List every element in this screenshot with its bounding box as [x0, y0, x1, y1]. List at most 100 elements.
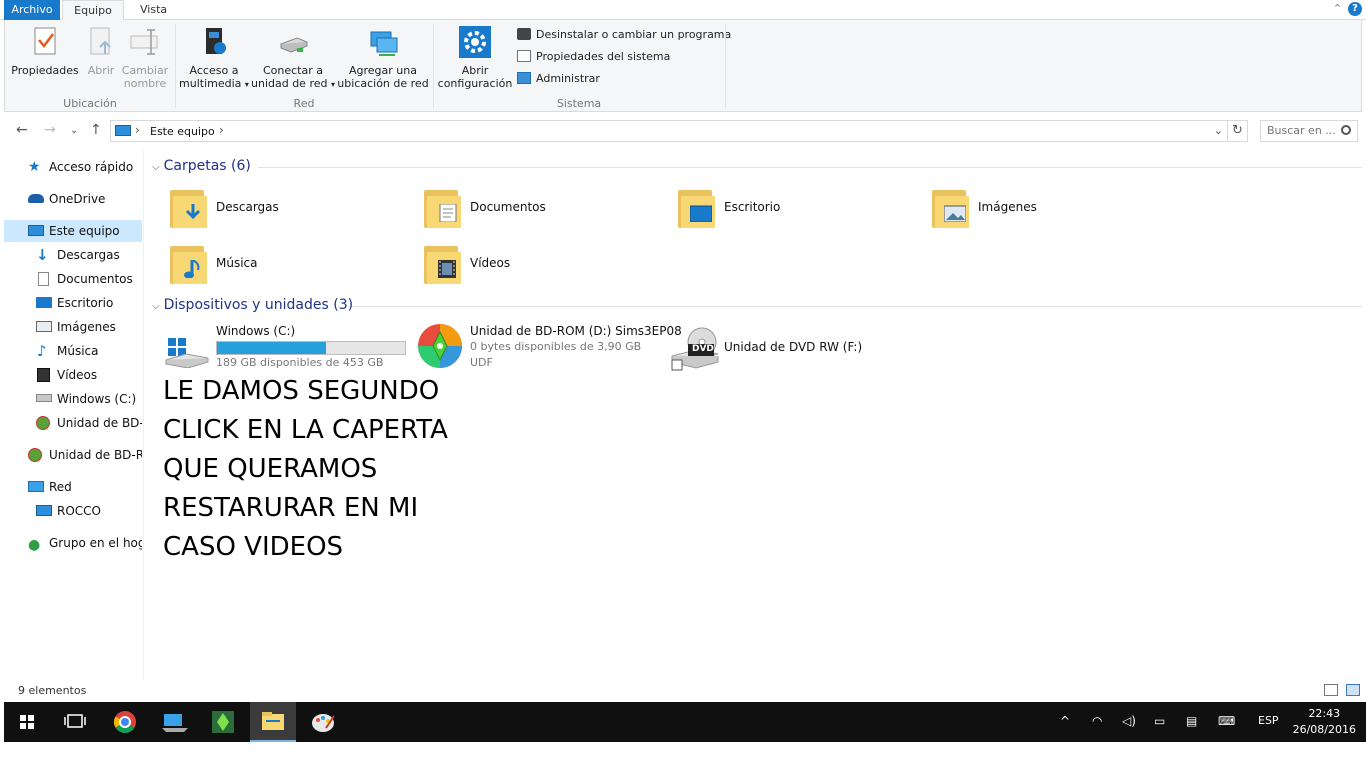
sims-plumbob-icon — [212, 711, 234, 733]
sidebar-item-documents[interactable]: Documentos — [36, 268, 142, 290]
map-network-drive-button[interactable]: Conectar a unidad de red ▾ — [251, 24, 335, 91]
notifications-icon[interactable]: ▤ — [1186, 714, 1197, 728]
bottom-strip — [0, 742, 1366, 768]
drive-windows-c[interactable]: Windows (C:) 189 GB disponibles de 453 G… — [164, 322, 412, 372]
sidebar-item-pictures[interactable]: Imágenes — [36, 316, 142, 338]
back-arrow-icon[interactable]: ← — [16, 122, 28, 138]
sidebar-item-label: Imágenes — [57, 320, 116, 334]
media-access-button[interactable]: Acceso a multimedia ▾ — [179, 24, 249, 91]
uninstall-program-button[interactable]: Desinstalar o cambiar un programa — [517, 26, 731, 44]
open-button[interactable]: Abrir — [83, 24, 119, 77]
settings-label-1: Abrir — [461, 64, 489, 77]
rename-label-1: Cambiar — [121, 64, 169, 77]
folder-desktop[interactable]: Escritorio — [678, 186, 878, 234]
sidebar-item-bd-drive[interactable]: Unidad de BD-R — [36, 412, 142, 434]
search-icon[interactable] — [1341, 125, 1351, 135]
folder-pictures[interactable]: Imágenes — [932, 186, 1132, 234]
tab-file[interactable]: Archivo — [4, 0, 60, 20]
address-bar[interactable]: › Este equipo › ⌄ — [110, 120, 1228, 142]
computer-icon — [36, 505, 52, 516]
sidebar-item-desktop[interactable]: Escritorio — [36, 292, 142, 314]
sidebar-item-downloads[interactable]: ↓ Descargas — [36, 244, 142, 266]
collapse-ribbon-icon[interactable]: ⌃ — [1333, 2, 1342, 15]
sidebar-item-videos[interactable]: Vídeos — [36, 364, 142, 386]
folder-downloads[interactable]: Descargas — [170, 186, 370, 234]
taskbar-file-explorer[interactable] — [250, 702, 296, 742]
breadcrumb-chevron-icon[interactable]: › — [135, 123, 140, 137]
show-hidden-icons-chevron-icon[interactable]: ^ — [1060, 714, 1070, 728]
drive-bd-rom-d[interactable]: Unidad de BD-ROM (D:) Sims3EP08 0 bytes … — [416, 322, 682, 372]
manage-icon — [517, 72, 531, 84]
folder-documents[interactable]: Documentos — [424, 186, 624, 234]
input-language[interactable]: ESP — [1258, 714, 1279, 727]
clock[interactable]: 22:43 26/08/2016 — [1293, 706, 1356, 738]
rename-button[interactable]: Cambiar nombre — [121, 24, 169, 90]
battery-icon[interactable]: ▭ — [1154, 714, 1165, 728]
large-icons-view-icon[interactable] — [1346, 684, 1360, 696]
taskbar-chrome[interactable] — [102, 702, 148, 742]
properties-button[interactable]: Propiedades — [11, 24, 79, 77]
up-arrow-icon[interactable]: ↑ — [90, 122, 102, 138]
sidebar-item-bd-rom[interactable]: Unidad de BD-RO — [28, 444, 142, 466]
manage-button[interactable]: Administrar — [517, 70, 600, 88]
group-label-network: Red — [293, 97, 315, 110]
recent-chevron-down-icon[interactable]: ⌄ — [70, 125, 78, 136]
drive-free-space: 0 bytes disponibles de 3,90 GB — [470, 340, 642, 353]
folders-section-header[interactable]: ⌵ Carpetas (6) — [152, 158, 251, 174]
taskbar-paint[interactable] — [300, 702, 346, 742]
folder-videos[interactable]: Vídeos — [424, 242, 624, 290]
folders-header-label: Carpetas (6) — [163, 158, 251, 174]
drive-dvd-rw-f[interactable]: DVD Unidad de DVD RW (F:) — [668, 322, 888, 372]
wifi-icon[interactable]: ◠ — [1092, 714, 1102, 728]
details-view-icon[interactable] — [1324, 684, 1338, 696]
system-properties-button[interactable]: Propiedades del sistema — [517, 48, 670, 66]
folder-music[interactable]: Música — [170, 242, 370, 290]
folder-icon — [170, 186, 208, 230]
taskbar-app-2[interactable] — [152, 702, 198, 742]
search-box[interactable] — [1260, 120, 1358, 142]
download-arrow-icon — [185, 204, 201, 220]
refresh-icon[interactable]: ↻ — [1228, 120, 1248, 142]
task-view-button[interactable] — [52, 702, 98, 742]
dropdown-arrow-icon: ▾ — [330, 80, 335, 89]
media-icon — [196, 24, 232, 60]
devices-section-header[interactable]: ⌵ Dispositivos y unidades (3) — [152, 297, 353, 313]
help-icon[interactable]: ? — [1348, 2, 1362, 16]
sidebar-item-this-pc[interactable]: Este equipo — [4, 220, 142, 242]
address-dropdown-icon[interactable]: ⌄ — [1214, 124, 1223, 137]
taskbar-sims[interactable] — [200, 702, 246, 742]
sidebar-item-windows-c[interactable]: Windows (C:) — [36, 388, 142, 410]
volume-icon[interactable]: ◁) — [1122, 714, 1136, 728]
section-divider — [258, 167, 1362, 168]
picture-icon — [944, 205, 966, 222]
sidebar-item-network[interactable]: Red — [28, 476, 142, 498]
breadcrumb-this-pc[interactable]: Este equipo — [150, 125, 215, 138]
sidebar-item-label: Este equipo — [49, 224, 120, 238]
sidebar-item-label: Vídeos — [57, 368, 98, 382]
search-input[interactable] — [1267, 124, 1339, 137]
sidebar-item-rocco[interactable]: ROCCO — [36, 500, 142, 522]
sidebar-item-label: Documentos — [57, 272, 133, 286]
sidebar-item-music[interactable]: ♪ Música — [36, 340, 142, 362]
folder-icon — [262, 712, 284, 730]
keyboard-icon[interactable]: ⌨ — [1218, 714, 1235, 728]
chevron-down-icon: ⌵ — [152, 162, 160, 173]
start-button[interactable] — [4, 702, 50, 742]
open-settings-button[interactable]: Abrir configuración — [437, 24, 513, 90]
forward-arrow-icon[interactable]: → — [44, 122, 56, 138]
sidebar-item-label: Acceso rápido — [49, 160, 134, 174]
sidebar-item-onedrive[interactable]: OneDrive — [28, 188, 142, 210]
tab-view[interactable]: Vista — [130, 0, 177, 20]
add-network-location-button[interactable]: Agregar una ubicación de red — [337, 24, 429, 90]
uninstall-label: Desinstalar o cambiar un programa — [536, 28, 732, 41]
music-note-icon: ♪ — [37, 342, 47, 360]
breadcrumb-chevron-icon[interactable]: › — [219, 123, 224, 137]
sidebar-item-label: Unidad de BD-R — [57, 416, 142, 430]
folder-label: Imágenes — [978, 200, 1037, 214]
tab-computer[interactable]: Equipo — [62, 0, 124, 21]
sidebar-item-homegroup[interactable]: ● Grupo en el hoga — [28, 532, 142, 554]
section-divider — [352, 306, 1362, 307]
windows-logo-icon — [20, 715, 34, 729]
folder-icon — [424, 186, 462, 230]
sidebar-item-quick-access[interactable]: ★ Acceso rápido — [28, 156, 142, 178]
